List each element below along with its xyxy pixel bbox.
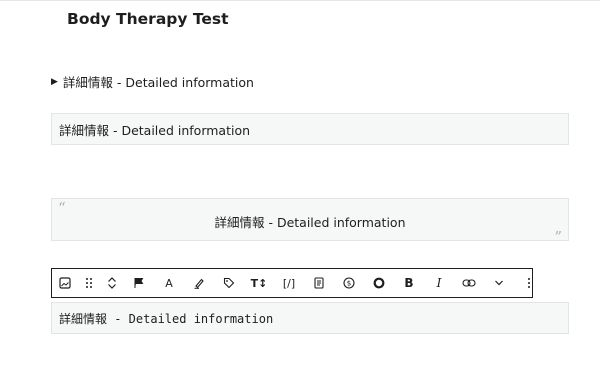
paragraph-text[interactable]: 詳細情報 - Detailed information — [59, 120, 250, 139]
toolbar-group-block — [52, 269, 124, 297]
top-divider — [0, 0, 600, 1]
bold-button[interactable]: B — [394, 269, 424, 297]
quote-text[interactable]: 詳細情報 - Detailed information — [52, 212, 568, 231]
more-options-icon[interactable] — [514, 269, 544, 297]
page-title[interactable]: Body Therapy Test — [67, 10, 229, 28]
image-block-icon[interactable] — [52, 269, 78, 297]
toolbar-group-style — [124, 269, 154, 297]
drag-handle-icon[interactable] — [78, 269, 100, 297]
toolbar-group-format: A T↕ [/] $ B I — [154, 269, 514, 297]
note-icon[interactable] — [304, 269, 334, 297]
disclosure-triangle-icon[interactable]: ▶ — [51, 77, 58, 87]
circle-icon[interactable] — [364, 269, 394, 297]
quote-close-icon: ” — [554, 228, 562, 246]
currency-icon[interactable]: $ — [334, 269, 364, 297]
move-up-down — [100, 269, 124, 297]
block-toolbar: A T↕ [/] $ B I — [51, 268, 533, 298]
move-down-icon[interactable] — [107, 283, 117, 290]
preformatted-block[interactable]: 詳細情報 - Detailed information — [51, 302, 569, 334]
text-color-button[interactable]: A — [154, 269, 184, 297]
font-size-button[interactable]: T↕ — [244, 269, 274, 297]
code-button[interactable]: [/] — [274, 269, 304, 297]
preformatted-text[interactable]: 詳細情報 - Detailed information — [59, 310, 273, 327]
highlight-icon[interactable] — [184, 269, 214, 297]
move-up-icon[interactable] — [107, 276, 117, 283]
italic-button[interactable]: I — [424, 269, 454, 297]
paragraph-block[interactable]: 詳細情報 - Detailed information — [51, 113, 569, 145]
toolbar-group-options — [514, 269, 544, 297]
quote-block[interactable]: “ 詳細情報 - Detailed information ” — [51, 198, 569, 246]
svg-text:$: $ — [347, 280, 351, 288]
details-block[interactable]: ▶ 詳細情報 - Detailed information — [51, 73, 254, 90]
link-icon[interactable] — [454, 269, 484, 297]
details-summary[interactable]: 詳細情報 - Detailed information — [63, 72, 254, 91]
flag-icon[interactable] — [124, 269, 154, 297]
tag-icon[interactable] — [214, 269, 244, 297]
chevron-down-icon[interactable] — [484, 269, 514, 297]
